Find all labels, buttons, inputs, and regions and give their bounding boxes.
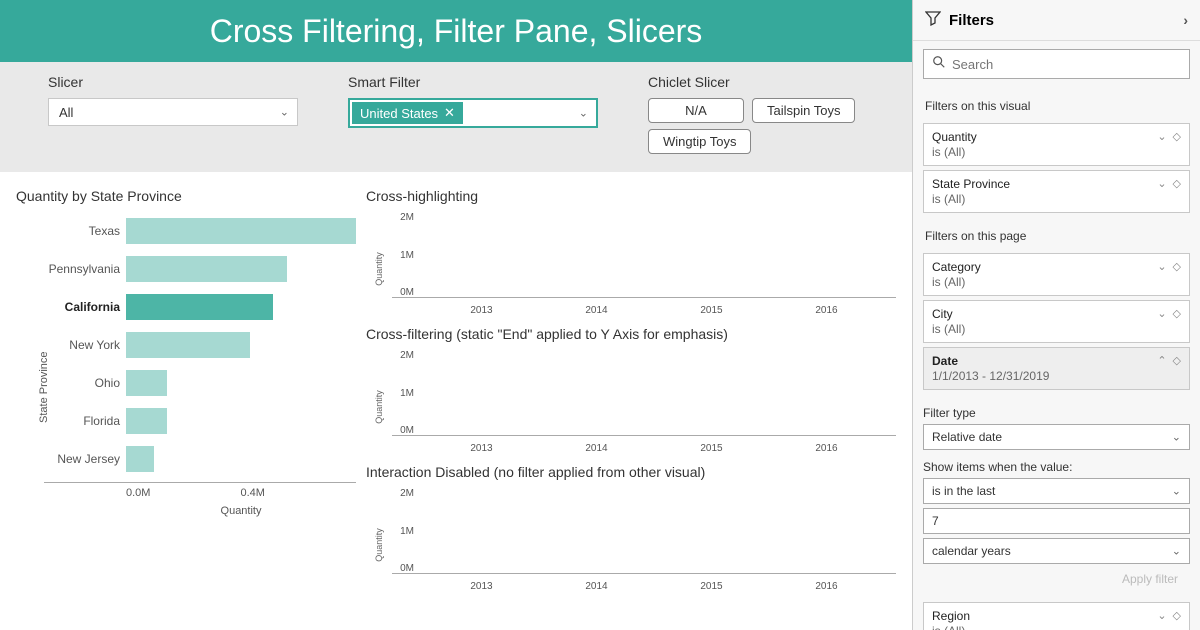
- chevron-down-icon[interactable]: ⌄: [1157, 307, 1166, 320]
- hbar-category-label: Florida: [44, 414, 120, 428]
- filter-type-select[interactable]: Relative date ⌄: [923, 424, 1190, 450]
- clear-icon[interactable]: ◇: [1173, 260, 1181, 273]
- filters-header: Filters ›: [913, 0, 1200, 41]
- chevron-down-icon: ⌄: [1172, 485, 1181, 498]
- filter-card-region[interactable]: Region is (All) ⌄◇: [923, 602, 1190, 630]
- hbar-category-label: New York: [44, 338, 120, 352]
- mini-xaxis-tick: 2013: [424, 305, 539, 316]
- mini-yaxis-title: Quantity: [374, 252, 384, 286]
- mini-xaxis-tick: 2015: [654, 581, 769, 592]
- filter-card-quantity[interactable]: Quantity is (All) ⌄◇: [923, 123, 1190, 166]
- hbar-row[interactable]: Texas: [44, 212, 356, 250]
- chevron-down-icon: ⌄: [1172, 545, 1181, 558]
- date-filter-body: Filter type Relative date ⌄ Show items w…: [913, 394, 1200, 598]
- chevron-down-icon[interactable]: ⌄: [1157, 130, 1166, 143]
- chiclet-tailspin[interactable]: Tailspin Toys: [752, 98, 855, 123]
- page-title: Cross Filtering, Filter Pane, Slicers: [0, 0, 912, 62]
- chart-subtitle: Interaction Disabled (no filter applied …: [366, 464, 896, 480]
- mini-xaxis-tick: 2014: [539, 581, 654, 592]
- filter-card-city[interactable]: City is (All) ⌄◇: [923, 300, 1190, 343]
- chart-subtitle: Cross-highlighting: [366, 188, 896, 204]
- hbar-row[interactable]: Ohio: [44, 364, 356, 402]
- cross-highlight-chart[interactable]: Cross-highlighting Quantity 2M1M0M 20132…: [366, 188, 896, 316]
- filters-pane: Filters › Filters on this visual Quantit…: [912, 0, 1200, 630]
- search-input[interactable]: [952, 57, 1181, 72]
- slicer-dropdown[interactable]: All ⌄: [48, 98, 298, 126]
- close-icon[interactable]: ✕: [444, 105, 455, 121]
- mini-xaxis-tick: 2014: [539, 443, 654, 454]
- mini-yaxis-title: Quantity: [374, 390, 384, 424]
- filters-section-visual: Filters on this visual: [913, 87, 1200, 119]
- chevron-down-icon: ⌄: [1172, 431, 1181, 444]
- hbar-yaxis-title: State Province: [38, 351, 50, 423]
- filters-title: Filters: [949, 12, 994, 29]
- search-icon: [932, 55, 946, 74]
- show-items-label: Show items when the value:: [923, 460, 1190, 474]
- hbar-category-label: New Jersey: [44, 452, 120, 466]
- filter-icon: [925, 10, 941, 30]
- tag-label: United States: [360, 106, 438, 121]
- hbar-xaxis-title: Quantity: [44, 505, 356, 517]
- hbar-row[interactable]: New Jersey: [44, 440, 356, 478]
- chiclet-label: Chiclet Slicer: [648, 74, 855, 90]
- chiclet-na[interactable]: N/A: [648, 98, 744, 123]
- filter-card-category[interactable]: Category is (All) ⌄◇: [923, 253, 1190, 296]
- chevron-right-icon[interactable]: ›: [1183, 12, 1188, 28]
- smart-filter-tag[interactable]: United States ✕: [352, 102, 463, 124]
- mini-xaxis-tick: 2016: [769, 443, 884, 454]
- clear-icon[interactable]: ◇: [1173, 130, 1181, 143]
- filter-card-date[interactable]: Date 1/1/2013 - 12/31/2019 ⌃◇: [923, 347, 1190, 390]
- interaction-disabled-chart[interactable]: Interaction Disabled (no filter applied …: [366, 464, 896, 592]
- chevron-down-icon[interactable]: ⌄: [1157, 260, 1166, 273]
- hbar-row[interactable]: New York: [44, 326, 356, 364]
- mini-xaxis-tick: 2016: [769, 305, 884, 316]
- chevron-down-icon: ⌄: [579, 107, 588, 120]
- clear-icon[interactable]: ◇: [1173, 177, 1181, 190]
- slicer-label: Slicer: [48, 74, 298, 90]
- filters-search[interactable]: [923, 49, 1190, 79]
- slicer-value: All: [59, 105, 73, 120]
- chevron-down-icon[interactable]: ⌄: [1157, 177, 1166, 190]
- smart-filter-input[interactable]: United States ✕ ⌄: [348, 98, 598, 128]
- chevron-up-icon[interactable]: ⌃: [1157, 354, 1166, 367]
- chiclet-wingtip[interactable]: Wingtip Toys: [648, 129, 751, 154]
- chart-subtitle: Cross-filtering (static "End" applied to…: [366, 326, 896, 342]
- chevron-down-icon[interactable]: ⌄: [1157, 609, 1166, 622]
- relative-number-input[interactable]: [923, 508, 1190, 534]
- hbar-row[interactable]: Pennsylvania: [44, 250, 356, 288]
- clear-icon[interactable]: ◇: [1173, 609, 1181, 622]
- hbar-category-label: California: [44, 300, 120, 314]
- mini-xaxis-tick: 2013: [424, 581, 539, 592]
- mini-xaxis-tick: 2013: [424, 443, 539, 454]
- condition-select[interactable]: is in the last ⌄: [923, 478, 1190, 504]
- hbar-row[interactable]: California: [44, 288, 356, 326]
- hbar-title: Quantity by State Province: [16, 188, 356, 204]
- controls-bar: Slicer All ⌄ Smart Filter United States …: [0, 62, 912, 172]
- unit-select[interactable]: calendar years ⌄: [923, 538, 1190, 564]
- hbar-category-label: Texas: [44, 224, 120, 238]
- hbar-row[interactable]: Florida: [44, 402, 356, 440]
- hbar-category-label: Ohio: [44, 376, 120, 390]
- hbar-xaxis: 0.0M 0.4M: [44, 482, 356, 499]
- mini-xaxis-tick: 2015: [654, 305, 769, 316]
- filters-section-page: Filters on this page: [913, 217, 1200, 249]
- hbar-chart[interactable]: State Province Texas Pennsylvania Californ…: [16, 212, 356, 622]
- clear-icon[interactable]: ◇: [1173, 307, 1181, 320]
- smart-filter-label: Smart Filter: [348, 74, 598, 90]
- filter-card-state[interactable]: State Province is (All) ⌄◇: [923, 170, 1190, 213]
- chevron-down-icon: ⌄: [280, 106, 289, 119]
- mini-xaxis-tick: 2015: [654, 443, 769, 454]
- filter-type-label: Filter type: [923, 406, 1190, 420]
- mini-xaxis-tick: 2016: [769, 581, 884, 592]
- cross-filter-chart[interactable]: Cross-filtering (static "End" applied to…: [366, 326, 896, 454]
- apply-filter-link[interactable]: Apply filter: [923, 564, 1190, 590]
- clear-icon[interactable]: ◇: [1173, 354, 1181, 367]
- mini-yaxis-title: Quantity: [374, 528, 384, 562]
- mini-xaxis-tick: 2014: [539, 305, 654, 316]
- hbar-category-label: Pennsylvania: [44, 262, 120, 276]
